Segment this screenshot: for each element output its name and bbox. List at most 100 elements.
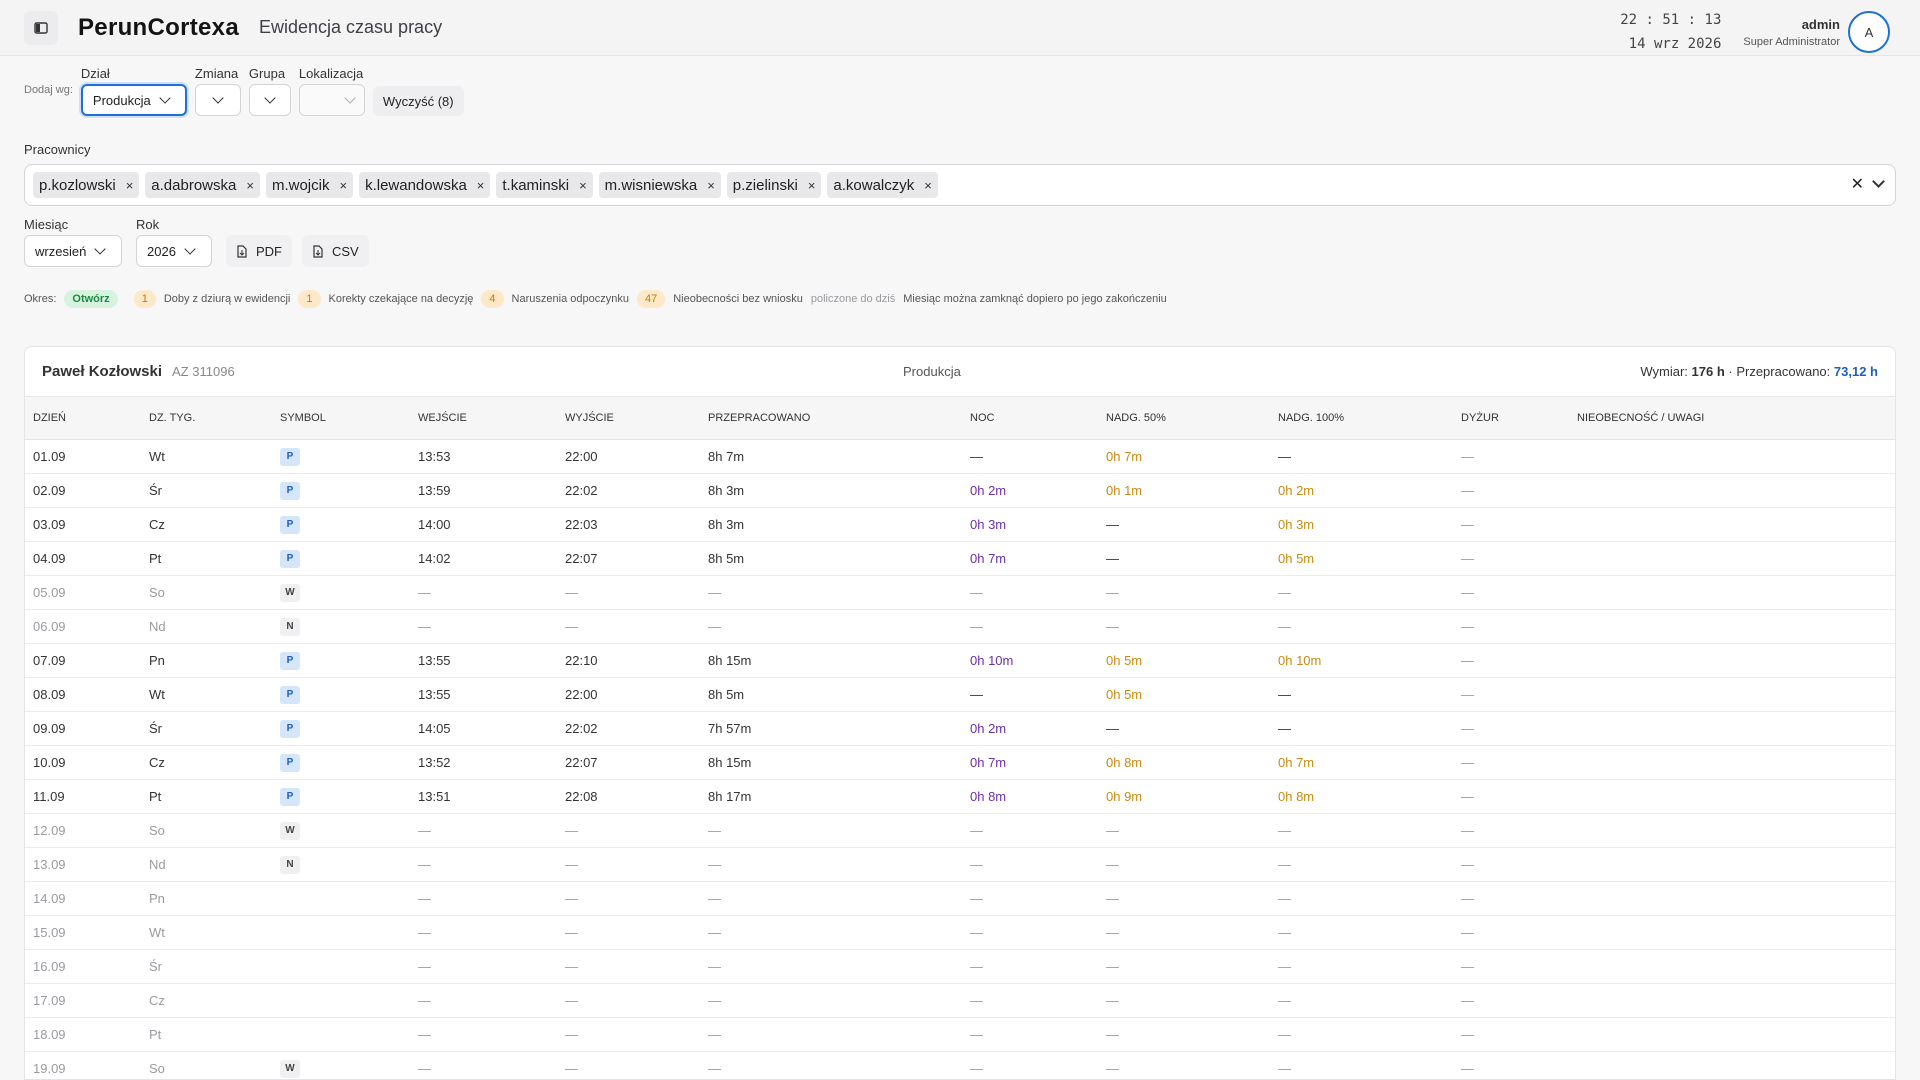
dept-select[interactable]: Produkcja — [80, 84, 187, 116]
duty-cell: — — [1453, 439, 1569, 474]
corrections-count-badge: 1 — [298, 290, 321, 308]
absence-label[interactable]: Nieobecności bez wniosku — [673, 293, 803, 305]
in-cell: — — [410, 881, 557, 916]
chevron-down-icon — [212, 92, 224, 104]
app-logo[interactable]: PerunCortexa — [78, 14, 239, 42]
chevron-down-icon[interactable] — [1872, 174, 1885, 188]
table-row[interactable]: 05.09 So W — — — — — — — — [25, 575, 1895, 610]
export-csv-button[interactable]: CSV — [302, 235, 369, 267]
in-cell: — — [410, 575, 557, 610]
avatar[interactable]: A — [1848, 11, 1890, 53]
month-filter: Miesiąc wrzesień — [24, 217, 122, 267]
symbol-badge: P — [280, 481, 300, 500]
table-row[interactable]: 18.09 Pt — — — — — — — — [25, 1017, 1895, 1052]
worked-cell: 8h 3m — [700, 473, 962, 508]
table-row[interactable]: 01.09 Wt P 13:53 22:00 8h 7m —0h 7m — — — [25, 439, 1895, 474]
employee-chip[interactable]: k.lewandowska × — [359, 172, 491, 198]
dow-cell: Pn — [141, 643, 272, 678]
remove-icon[interactable]: × — [579, 178, 587, 193]
table-row[interactable]: 15.09 Wt — — — — — — — — [25, 915, 1895, 950]
table-row[interactable]: 04.09 Pt P 14:02 22:07 8h 5m 0h 7m —0h 5m — — [25, 541, 1895, 576]
chip-label: t.kaminski — [502, 176, 570, 194]
in-cell: 13:59 — [410, 473, 557, 508]
table-row[interactable]: 19.09 So W — — — — — — — — [25, 1051, 1895, 1079]
table-row[interactable]: 02.09 Śr P 13:59 22:02 8h 3m 0h 2m 0h 1m 0h 2m — — [25, 473, 1895, 508]
user-info[interactable]: admin Super Administrator — [1743, 17, 1840, 48]
remove-icon[interactable]: × — [477, 178, 485, 193]
employees-multiselect[interactable]: p.kozlowski × a.dabrowska × m.wojcik × k.le… — [24, 164, 1896, 206]
absence-count-badge: 47 — [636, 290, 666, 308]
sidebar-toggle-icon — [34, 21, 48, 34]
employee-chip[interactable]: m.wojcik × — [265, 172, 354, 198]
symbol-cell: P — [272, 677, 410, 712]
employee-chip[interactable]: p.zielinski × — [726, 172, 822, 198]
location-select[interactable] — [298, 84, 365, 116]
remove-icon[interactable]: × — [808, 178, 816, 193]
clear-all-icon[interactable]: ✕ — [1851, 174, 1864, 194]
employee-chip[interactable]: m.wisniewska × — [598, 172, 721, 198]
table-row[interactable]: 06.09 Nd N — — — — — — — — [25, 609, 1895, 644]
remove-icon[interactable]: × — [246, 178, 254, 193]
symbol-badge: P — [280, 447, 300, 466]
holes-label[interactable]: Doby z dziurą w ewidencji — [164, 293, 291, 305]
table-row[interactable]: 11.09 Pt P 13:51 22:08 8h 17m 0h 8m 0h 9m 0h 8m — — [25, 779, 1895, 814]
worked-cell: — — [700, 881, 962, 916]
ot50-cell: — — [1098, 847, 1270, 882]
day-cell: 19.09 — [25, 1051, 141, 1079]
file-icon — [237, 244, 247, 258]
worked-cell: — — [700, 575, 962, 610]
note-cell — [1569, 779, 1895, 814]
dow-cell: Cz — [141, 983, 272, 1018]
shift-select[interactable] — [194, 84, 241, 116]
table-row[interactable]: 07.09 Pn P 13:55 22:10 8h 15m 0h 10m 0h 5m 0h 10… — [25, 643, 1895, 678]
ot50-cell: — — [1098, 711, 1270, 746]
note-cell — [1569, 847, 1895, 882]
table-row[interactable]: 16.09 Śr — — — — — — — — [25, 949, 1895, 984]
table-row[interactable]: 03.09 Cz P 14:00 22:03 8h 3m 0h 3m —0h 3m — — [25, 507, 1895, 542]
out-cell: 22:00 — [557, 439, 700, 474]
year-select[interactable]: 2026 — [136, 235, 212, 267]
out-cell: 22:02 — [557, 473, 700, 508]
sidebar-toggle-button[interactable] — [24, 10, 58, 45]
clear-filters-button[interactable]: Wyczyść (8) — [372, 86, 464, 116]
remove-icon[interactable]: × — [339, 178, 347, 193]
export-pdf-button[interactable]: PDF — [226, 235, 292, 267]
night-cell: 0h 7m — [962, 745, 1098, 780]
table-row[interactable]: 13.09 Nd N — — — — — — — — [25, 847, 1895, 882]
table-row[interactable]: 12.09 So W — — — — — — — — [25, 813, 1895, 848]
symbol-cell — [272, 881, 410, 916]
table-row[interactable]: 10.09 Cz P 13:52 22:07 8h 15m 0h 7m 0h 8m 0h 7m — — [25, 745, 1895, 780]
table-row[interactable]: 17.09 Cz — — — — — — — — [25, 983, 1895, 1018]
rest-label[interactable]: Naruszenia odpoczynku — [512, 293, 629, 305]
group-label: Grupa — [248, 66, 286, 81]
employee-chip[interactable]: a.dabrowska × — [145, 172, 260, 198]
ot50-cell: — — [1098, 881, 1270, 916]
employee-chip[interactable]: a.kowalczyk × — [827, 172, 938, 198]
col-symbol: SYMBOL — [272, 397, 410, 440]
remove-icon[interactable]: × — [126, 178, 134, 193]
group-select[interactable] — [248, 84, 291, 116]
ot100-cell: — — [1270, 915, 1453, 950]
employee-chip[interactable]: p.kozlowski × — [33, 172, 140, 198]
table-row[interactable]: 09.09 Śr P 14:05 22:02 7h 57m 0h 2m — — — — [25, 711, 1895, 746]
day-cell: 06.09 — [25, 609, 141, 644]
remove-icon[interactable]: × — [924, 178, 932, 193]
dow-cell: Pt — [141, 779, 272, 814]
ot100-cell: 0h 10m — [1270, 643, 1453, 678]
ot50-cell: — — [1098, 609, 1270, 644]
ot50-cell: — — [1098, 1051, 1270, 1079]
dow-cell: Pt — [141, 541, 272, 576]
norm-label: Wymiar: — [1640, 364, 1688, 379]
symbol-cell: P — [272, 439, 410, 474]
employee-chip[interactable]: t.kaminski × — [496, 172, 593, 198]
corrections-label[interactable]: Korekty czekające na decyzję — [329, 293, 474, 305]
table-row[interactable]: 08.09 Wt P 13:55 22:00 8h 5m —0h 5m — — — [25, 677, 1895, 712]
table-row[interactable]: 14.09 Pn — — — — — — — — [25, 881, 1895, 916]
remove-icon[interactable]: × — [707, 178, 715, 193]
location-label: Lokalizacja — [298, 66, 364, 81]
month-select[interactable]: wrzesień — [24, 235, 122, 267]
ot50-cell: 0h 8m — [1098, 745, 1270, 780]
open-period-badge[interactable]: Otwórz — [64, 290, 118, 308]
ot100-cell: — — [1270, 575, 1453, 610]
group-filter: Grupa — [248, 66, 291, 116]
